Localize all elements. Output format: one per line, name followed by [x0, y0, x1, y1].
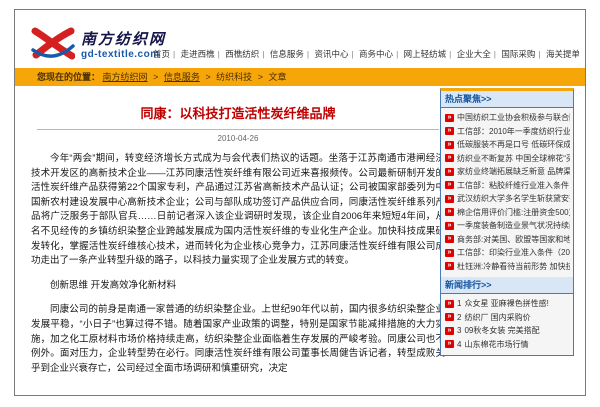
- news-rank-item[interactable]: »1众女星 亚麻裸色拼性感!: [445, 297, 570, 311]
- hot-focus-item-text: 低碳服装不再是口号 低碳环保成为全...: [457, 139, 570, 150]
- hot-focus-item-text: 商务部:对美国、欧盟等国家和地区的...: [457, 234, 570, 245]
- nav-separator: |: [218, 49, 220, 59]
- nav-separator: |: [449, 49, 451, 59]
- article-title: 同康：以科技打造活性炭纤维品牌: [31, 103, 445, 122]
- double-arrow-icon: »: [445, 235, 454, 243]
- site-name: 南方纺织网: [81, 28, 166, 49]
- nav-item-customs[interactable]: 海关提单: [546, 49, 579, 59]
- double-arrow-icon: »: [445, 208, 454, 216]
- double-arrow-icon: »: [445, 249, 454, 257]
- hot-focus-item-text: 工信部：印染行业准入条件（2010...: [457, 247, 570, 258]
- hot-focus-item-text: 棉企信用评价门槛:注册资金500万...: [457, 207, 570, 218]
- hot-focus-item[interactable]: »商务部:对美国、欧盟等国家和地区的...: [445, 233, 570, 247]
- article-paragraph-1: 今年“两会”期间，转变经济增长方式成为与会代表们热议的话题。坐落于江苏南通市港闸…: [31, 152, 445, 269]
- news-rank-header[interactable]: 新闻排行>>: [441, 277, 573, 294]
- news-rank-item[interactable]: »4山东棉花市场行情: [445, 338, 570, 352]
- nav-item-info-service[interactable]: 信息服务: [270, 49, 304, 59]
- nav-item-home[interactable]: 首页: [153, 49, 170, 59]
- hot-focus-item[interactable]: »棉企信用评价门槛:注册资金500万...: [445, 206, 570, 220]
- double-arrow-icon: »: [445, 195, 454, 203]
- news-rank-list: »1众女星 亚麻裸色拼性感! »2纺织厂 国内采购价 »309秋冬女装 完美搭配…: [441, 294, 573, 355]
- hot-focus-item-text: 杜钰洲:冷静看待当前形势 加快技术...: [457, 261, 570, 272]
- double-arrow-icon: »: [445, 340, 454, 348]
- breadcrumb-separator: >: [153, 72, 158, 82]
- nav-separator: |: [307, 49, 309, 59]
- double-arrow-icon: »: [445, 222, 454, 230]
- rank-number: 4: [457, 340, 461, 349]
- news-rank-item[interactable]: »2纺织厂 国内采购价: [445, 311, 570, 325]
- hot-focus-list: »中国纺织工业协会积极参与联合国全球... »工信部：2010年一季度纺织行业运…: [441, 108, 573, 277]
- hot-focus-item-text: 中国纺织工业协会积极参与联合国全球...: [457, 112, 570, 123]
- news-rank-item-text: 纺织厂 国内采购价: [464, 312, 530, 323]
- hot-focus-item[interactable]: »工信部：2010年一季度纺织行业运...: [445, 125, 570, 139]
- title-divider: [37, 129, 439, 130]
- hot-focus-item[interactable]: »家纺业终端拓展缺乏新意 品牌渠道加...: [445, 165, 570, 179]
- breadcrumb-separator: >: [258, 72, 263, 82]
- nav-separator: |: [396, 49, 398, 59]
- nav-separator: |: [494, 49, 496, 59]
- breadcrumb-separator: >: [205, 72, 210, 82]
- hot-focus-item-text: 工信部：2010年一季度纺织行业运...: [457, 126, 570, 137]
- nav-item-about-xiqiao[interactable]: 走进西樵: [181, 49, 215, 59]
- article: 同康：以科技打造活性炭纤维品牌 2010-04-26 今年“两会”期间，转变经济…: [31, 94, 445, 386]
- nav-separator: |: [262, 49, 264, 59]
- breadcrumb-channel: 纺织科技: [216, 72, 252, 82]
- nav-separator: |: [173, 49, 175, 59]
- hot-focus-item[interactable]: »低碳服装不再是口号 低碳环保成为全...: [445, 138, 570, 152]
- hot-focus-item[interactable]: »武汉纺织大学多名学生斩获黛安芬国际...: [445, 192, 570, 206]
- double-arrow-icon: »: [445, 300, 454, 308]
- article-date: 2010-04-26: [31, 134, 445, 143]
- hot-focus-item[interactable]: »纺织业不断复苏 中国全球棉花“买主...: [445, 152, 570, 166]
- logo-swoosh-icon: [31, 26, 75, 62]
- hot-focus-item[interactable]: »工信部：粘胶纤维行业准入条件: [445, 179, 570, 193]
- nav-item-xiqiao-textile[interactable]: 西樵纺织: [225, 49, 259, 59]
- double-arrow-icon: »: [445, 141, 454, 149]
- page-frame: 南方纺织网 gd-textitle.com 首页| 走进西樵| 西樵纺织| 信息…: [14, 9, 586, 396]
- rank-number: 1: [457, 299, 461, 308]
- top-navigation: 首页| 走进西樵| 西樵纺织| 信息服务| 资讯中心| 商务中心| 网上轻纺城|…: [153, 48, 579, 60]
- hot-focus-item-text: 工信部：粘胶纤维行业准入条件: [457, 180, 569, 191]
- nav-item-intl-purchase[interactable]: 国际采购: [501, 49, 535, 59]
- breadcrumb-label: 您现在的位置：: [37, 72, 100, 82]
- hot-focus-item-text: 一季度装备制造业景气状况持续改善: [457, 220, 570, 231]
- hot-focus-item[interactable]: »工信部：印染行业准入条件（2010...: [445, 246, 570, 260]
- double-arrow-icon: »: [445, 262, 454, 270]
- news-rank-item-text: 众女星 亚麻裸色拼性感!: [464, 298, 548, 309]
- double-arrow-icon: »: [445, 168, 454, 176]
- double-arrow-icon: »: [445, 127, 454, 135]
- hot-focus-item[interactable]: »一季度装备制造业景气状况持续改善: [445, 219, 570, 233]
- news-rank-item[interactable]: »309秋冬女装 完美搭配: [445, 324, 570, 338]
- hot-focus-header[interactable]: 热点聚焦>>: [441, 91, 573, 108]
- double-arrow-icon: »: [445, 114, 454, 122]
- news-rank-item-text: 09秋冬女装 完美搭配: [464, 325, 539, 336]
- hot-focus-item[interactable]: »杜钰洲:冷静看待当前形势 加快技术...: [445, 260, 570, 274]
- breadcrumb-page: 文章: [268, 72, 286, 82]
- hot-focus-item-text: 武汉纺织大学多名学生斩获黛安芬国际...: [457, 193, 570, 204]
- hot-focus-item-text: 纺织业不断复苏 中国全球棉花“买主...: [457, 153, 570, 164]
- nav-item-enterprise-directory[interactable]: 企业大全: [457, 49, 491, 59]
- hot-focus-item[interactable]: »中国纺织工业协会积极参与联合国全球...: [445, 111, 570, 125]
- nav-item-business-center[interactable]: 商务中心: [359, 49, 393, 59]
- hot-focus-item-text: 家纺业终端拓展缺乏新意 品牌渠道加...: [457, 166, 570, 177]
- double-arrow-icon: »: [445, 313, 454, 321]
- double-arrow-icon: »: [445, 154, 454, 162]
- site-logo[interactable]: 南方纺织网 gd-textitle.com: [31, 26, 166, 62]
- rank-number: 2: [457, 313, 461, 322]
- nav-separator: |: [351, 49, 353, 59]
- news-rank-item-text: 山东棉花市场行情: [464, 339, 528, 350]
- nav-item-news-center[interactable]: 资讯中心: [314, 49, 348, 59]
- double-arrow-icon: »: [445, 181, 454, 189]
- breadcrumb: 您现在的位置： 南方纺织网 > 信息服务 > 纺织科技 > 文章: [15, 68, 585, 86]
- article-subheading: 创新思维 开发高效净化新材料: [31, 279, 445, 294]
- nav-separator: |: [538, 49, 540, 59]
- sidebar: 热点聚焦>> »中国纺织工业协会积极参与联合国全球... »工信部：2010年一…: [440, 88, 574, 356]
- article-paragraph-2: 同康公司的前身是南通一家普通的纺织染整企业。上世纪90年代以前，国内很多纺织染整…: [31, 303, 445, 376]
- breadcrumb-home-link[interactable]: 南方纺织网: [103, 72, 148, 82]
- nav-item-online-mall[interactable]: 网上轻纺城: [404, 49, 447, 59]
- article-body: 今年“两会”期间，转变经济增长方式成为与会代表们热议的话题。坐落于江苏南通市港闸…: [31, 152, 445, 376]
- rank-number: 3: [457, 326, 461, 335]
- double-arrow-icon: »: [445, 327, 454, 335]
- breadcrumb-section-link[interactable]: 信息服务: [164, 72, 200, 82]
